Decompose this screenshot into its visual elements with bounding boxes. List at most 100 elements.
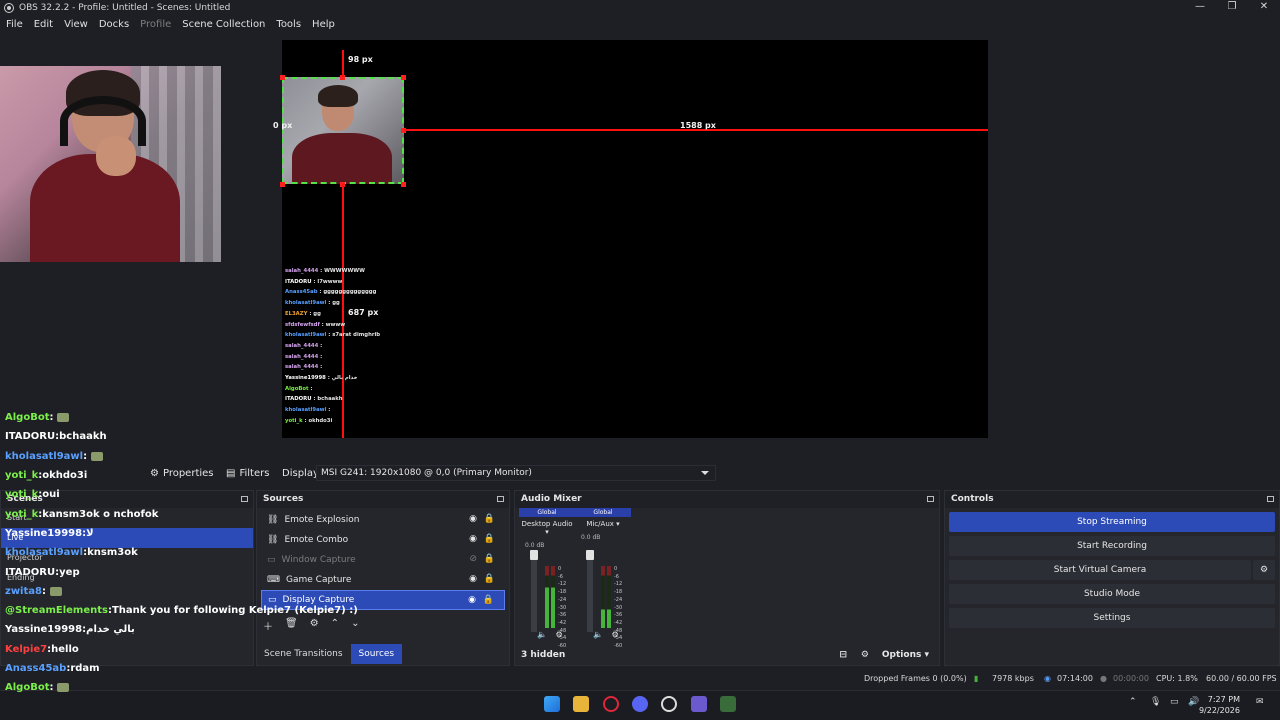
chat-line: ITADORU : yep [5, 566, 80, 578]
chat-overlay-left: AlgoBot : ITADORU : bchaakh kholasatl9awl… [5, 408, 358, 697]
record-icon: ● [1100, 674, 1107, 683]
notification-icon[interactable]: ✉ [1256, 697, 1264, 707]
taskbar-clock[interactable]: 7:27 PM 9/22/2026 [1199, 694, 1240, 716]
signal-bars-icon: ▮ [974, 674, 979, 683]
chat-overlay-line: kholasatl9awl : s7arat dimghrib [285, 332, 381, 339]
resize-handle-tr[interactable] [401, 75, 406, 80]
menu-file[interactable]: File [6, 19, 23, 30]
mute-icon[interactable]: 🔈 [537, 630, 547, 639]
stream-icon: ◉ [1044, 674, 1051, 683]
move-down-icon[interactable]: ⌄ [351, 618, 359, 633]
minimize-button[interactable]: — [1184, 0, 1216, 16]
eye-icon[interactable]: ◉ [469, 514, 477, 524]
obs-logo-icon [4, 3, 14, 13]
emote-icon [91, 451, 104, 461]
app-icon[interactable] [720, 696, 736, 712]
move-up-icon[interactable]: ⌃ [331, 618, 339, 633]
file-explorer-icon[interactable] [573, 696, 589, 712]
network-icon[interactable]: ▭ [1170, 697, 1179, 707]
stream-time: 07:14:00 [1057, 674, 1093, 683]
eye-icon[interactable]: ◉ [469, 574, 477, 584]
undock-icon[interactable] [497, 496, 504, 502]
lock-icon[interactable]: 🔒 [483, 595, 494, 605]
emote-icon [57, 683, 70, 693]
menu-view[interactable]: View [64, 19, 88, 30]
close-button[interactable]: ✕ [1248, 0, 1280, 16]
start-virtual-camera-button[interactable]: Start Virtual Camera [949, 560, 1251, 580]
mixer-options-button[interactable]: Options ▾ [882, 650, 929, 660]
menu-docks[interactable]: Docks [99, 19, 129, 30]
global-badge: Global [519, 508, 575, 517]
chat-line: @StreamElements : Thank you for followin… [5, 605, 358, 617]
eye-icon[interactable]: ◉ [468, 595, 476, 605]
chat-line: Yassine19998 : لا [5, 527, 94, 539]
lock-icon[interactable]: 🔒 [484, 514, 495, 524]
undock-icon[interactable] [1267, 496, 1274, 502]
chat-overlay-in-canvas: salah_4444 : WWWWWWW ITADORU : l7wwww Anas… [285, 266, 405, 427]
emote-icon [49, 586, 62, 596]
controls-dock-title: Controls [945, 491, 1279, 508]
channel-name[interactable]: Desktop Audio ▾ [519, 520, 575, 536]
microphone-icon[interactable]: 🎙 [1150, 697, 1161, 707]
resize-handle-br[interactable] [401, 182, 406, 187]
chat-overlay-line: sfdsfewfsdf : wwww [285, 321, 346, 328]
start-menu-icon[interactable] [544, 696, 560, 712]
studio-mode-button[interactable]: Studio Mode [949, 584, 1275, 604]
fader-knob[interactable] [530, 550, 538, 560]
distance-top-label: 98 px [348, 55, 373, 64]
source-selection-box[interactable] [282, 77, 404, 184]
obs-taskbar-icon[interactable] [661, 696, 677, 712]
chat-line: zwita8 : [5, 582, 325, 601]
menu-help[interactable]: Help [312, 19, 335, 30]
chat-line: yoti_k : okhdo3i [5, 470, 88, 482]
audio-mixer-dock: Audio Mixer Global Desktop Audio ▾ 0.0 dB 0… [514, 490, 940, 666]
channel-db: 0.0 dB [581, 534, 601, 541]
lock-icon[interactable]: 🔒 [484, 534, 495, 544]
window-title: OBS 32.2.2 - Profile: Untitled - Scenes:… [19, 3, 231, 13]
channel-name[interactable]: Mic/Aux ▾ [575, 520, 631, 528]
volume-fader[interactable] [531, 552, 537, 632]
mixer-channel: Global Mic/Aux ▾ 0.0 dB 0 -6 -12 -18 -24 -30 -36-… [575, 508, 631, 649]
chat-line: Yassine19998 : بالي خدام [5, 624, 135, 636]
mixer-settings-icon[interactable]: ⚙ [861, 650, 869, 660]
eye-icon[interactable]: ◉ [469, 534, 477, 544]
chat-overlay-line: salah_4444 : [285, 342, 323, 349]
channel-settings-icon[interactable]: ⚙ [556, 630, 563, 639]
stop-streaming-button[interactable]: Stop Streaming [949, 512, 1275, 532]
lock-icon[interactable]: 🔒 [484, 574, 495, 584]
menu-scene-collection[interactable]: Scene Collection [182, 19, 265, 30]
start-recording-button[interactable]: Start Recording [949, 536, 1275, 556]
tray-chevron-icon[interactable]: ⌃ [1129, 697, 1137, 707]
eye-hidden-icon[interactable]: ⊘ [469, 554, 477, 564]
chat-line: AlgoBot : [5, 678, 325, 697]
gamepad-app-icon[interactable] [691, 696, 707, 712]
volume-fader[interactable] [587, 552, 593, 632]
chat-overlay-line: Yassine19998 : خدام بالي [285, 375, 358, 382]
distance-right-label: 1588 px [680, 121, 716, 130]
maximize-button[interactable]: ❐ [1216, 0, 1248, 16]
lock-icon[interactable]: 🔒 [484, 554, 495, 564]
layout-toggle-icon[interactable]: ⊟ [839, 650, 847, 660]
virtual-camera-settings-icon[interactable]: ⚙ [1253, 560, 1275, 580]
undock-icon[interactable] [927, 496, 934, 502]
tab-sources[interactable]: Sources [350, 644, 403, 664]
channel-settings-icon[interactable]: ⚙ [612, 630, 619, 639]
discord-icon[interactable] [632, 696, 648, 712]
opera-icon[interactable] [603, 696, 619, 712]
hidden-count: 3 hidden [521, 650, 566, 660]
chat-line: kholasatl9awl : [5, 447, 325, 466]
settings-button[interactable]: Settings [949, 608, 1275, 628]
resize-handle-tl[interactable] [280, 75, 285, 80]
display-select[interactable]: MSI G241: 1920x1080 @ 0,0 (Primary Monit… [316, 465, 716, 481]
menu-tools[interactable]: Tools [276, 19, 301, 30]
resize-handle-bl[interactable] [280, 182, 285, 187]
fader-knob[interactable] [586, 550, 594, 560]
chat-line: kholasatl9awl : knsm3ok [5, 547, 138, 559]
cpu-usage: CPU: 1.8% [1156, 674, 1198, 683]
volume-icon[interactable]: 🔊 [1188, 697, 1199, 707]
menu-edit[interactable]: Edit [34, 19, 53, 30]
chat-overlay-line: kholasatl9awl : gg [285, 300, 340, 307]
mute-icon[interactable]: 🔈 [593, 630, 603, 639]
menu-profile[interactable]: Profile [140, 19, 171, 30]
chat-line: Kelpie7 : hello [5, 643, 79, 655]
